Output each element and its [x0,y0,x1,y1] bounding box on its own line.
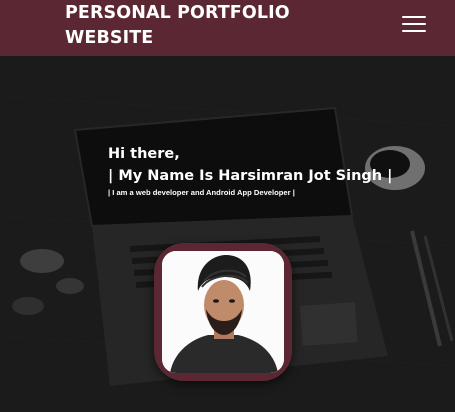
site-title-line-1: PERSONAL PORTFOLIO [65,3,290,23]
hamburger-menu-icon[interactable] [402,14,428,34]
profile-photo [162,251,284,373]
hero-greeting: Hi there, [108,146,180,162]
profile-photo-frame [154,243,292,381]
site-title[interactable]: PERSONAL PORTFOLIO WEBSITE [65,1,325,51]
profile-person-icon [162,251,284,373]
hero-section: Hi there, | My Name Is Harsimran Jot Sin… [0,56,455,412]
site-header: PERSONAL PORTFOLIO WEBSITE [0,0,455,56]
hero-tagline: | I am a web developer and Android App D… [108,188,295,197]
site-title-line-2: WEBSITE [65,28,154,48]
hero-name: | My Name Is Harsimran Jot Singh | [108,168,393,184]
